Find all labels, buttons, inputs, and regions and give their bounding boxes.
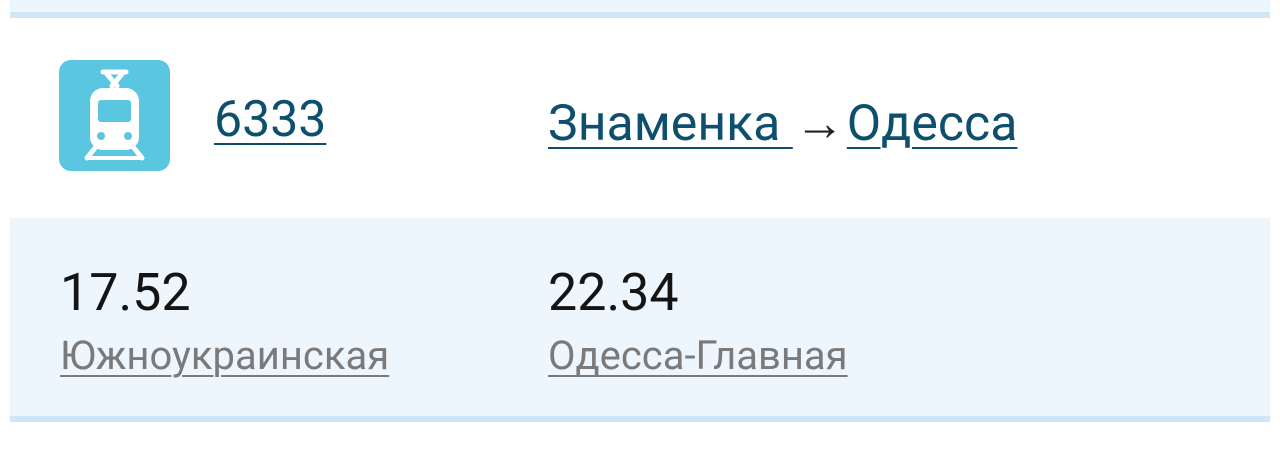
previous-row-edge: [10, 0, 1270, 12]
route-arrow-icon: →: [794, 95, 845, 153]
tram-icon: [59, 60, 170, 171]
arrival-time: 22.34: [548, 262, 679, 323]
departure-station-link[interactable]: Южноукраинская: [60, 332, 389, 379]
arrival-station-link[interactable]: Одесса-Главная: [548, 332, 848, 379]
route-to-link[interactable]: Одесса: [847, 95, 1018, 153]
bottom-divider: [10, 416, 1270, 422]
route: Знаменка →Одесса: [548, 84, 1017, 164]
route-from-link[interactable]: Знаменка: [548, 95, 793, 153]
train-header-row: 6333 Знаменка →Одесса: [10, 18, 1270, 218]
arrival: 22.34 Одесса-Главная: [548, 258, 848, 384]
times-row: 17.52 Южноукраинская 22.34 Одесса-Главна…: [10, 218, 1270, 416]
departure: 17.52 Южноукраинская: [60, 258, 389, 384]
departure-time: 17.52: [60, 262, 191, 323]
schedule-card: 6333 Знаменка →Одесса 17.52 Южноукраинск…: [0, 0, 1280, 460]
train-number-link[interactable]: 6333: [214, 80, 326, 160]
